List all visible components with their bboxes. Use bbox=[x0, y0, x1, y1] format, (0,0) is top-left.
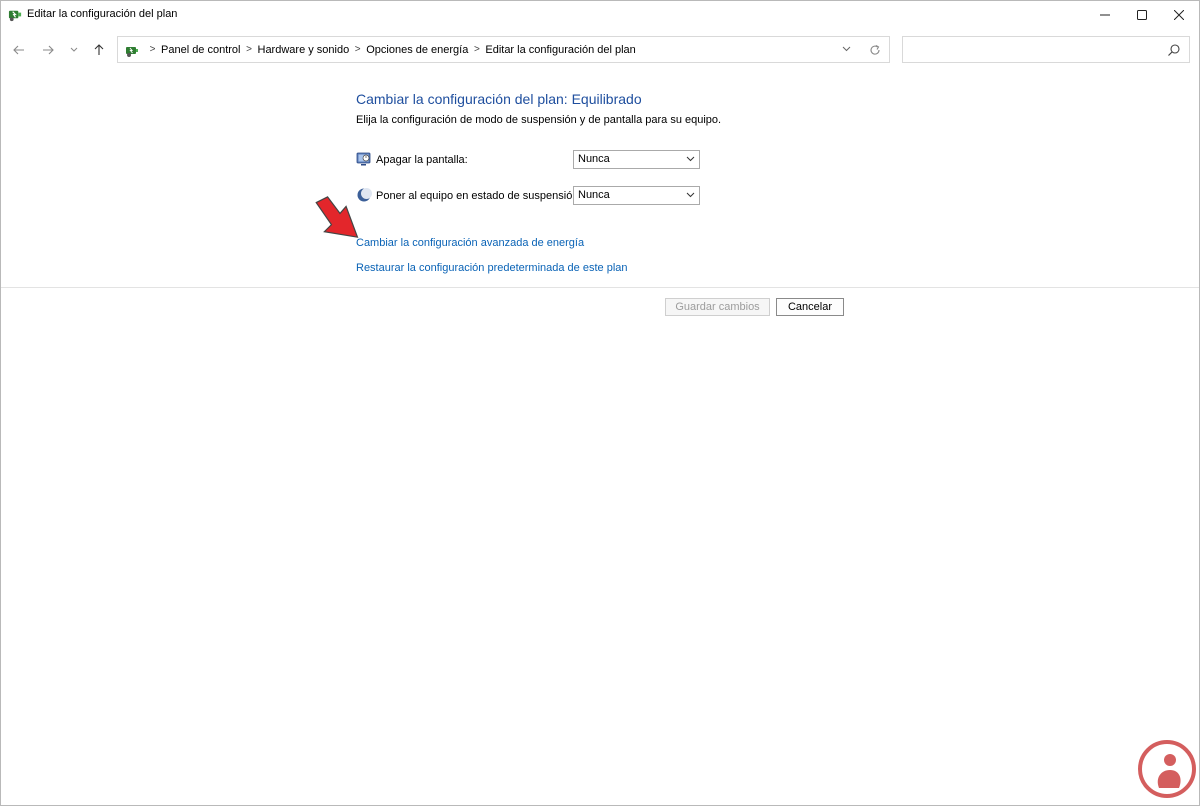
refresh-button[interactable] bbox=[866, 41, 884, 59]
window-title: Editar la configuración del plan bbox=[27, 8, 178, 20]
cancel-button[interactable]: Cancelar bbox=[776, 298, 844, 316]
forward-button[interactable] bbox=[38, 40, 58, 60]
close-icon bbox=[1174, 9, 1184, 20]
breadcrumb-item[interactable]: Opciones de energía bbox=[366, 44, 468, 56]
maximize-button[interactable] bbox=[1122, 1, 1162, 28]
chevron-down-icon bbox=[686, 192, 695, 198]
close-button[interactable] bbox=[1159, 1, 1199, 28]
back-button[interactable] bbox=[9, 40, 29, 60]
chevron-down-icon bbox=[70, 47, 78, 52]
breadcrumb-separator: > bbox=[246, 44, 252, 55]
navigation-bar: > Panel de control > Hardware y sonido >… bbox=[1, 34, 1199, 66]
search-icon[interactable] bbox=[1167, 43, 1181, 57]
breadcrumb-separator: > bbox=[473, 44, 480, 55]
minimize-icon bbox=[1100, 14, 1110, 15]
turn-off-display-label: Apagar la pantalla: bbox=[376, 154, 468, 166]
sleep-value: Nunca bbox=[578, 189, 610, 201]
arrow-right-icon bbox=[43, 45, 54, 55]
restore-defaults-link[interactable]: Restaurar la configuración predeterminad… bbox=[356, 262, 628, 274]
page-title: Cambiar la configuración del plan: Equil… bbox=[356, 91, 642, 107]
title-bar: Editar la configuración del plan bbox=[1, 1, 1199, 28]
sleep-label: Poner al equipo en estado de suspensión: bbox=[376, 190, 582, 202]
up-button[interactable] bbox=[89, 40, 109, 60]
turn-off-display-select[interactable]: Nunca bbox=[573, 150, 700, 169]
advanced-power-settings-link[interactable]: Cambiar la configuración avanzada de ene… bbox=[356, 237, 584, 249]
address-bar[interactable]: > Panel de control > Hardware y sonido >… bbox=[117, 36, 890, 63]
address-dropdown-button[interactable] bbox=[838, 41, 854, 57]
monitor-icon bbox=[356, 152, 371, 166]
page-subtitle: Elija la configuración de modo de suspen… bbox=[356, 114, 722, 126]
sleep-select[interactable]: Nunca bbox=[573, 186, 700, 205]
chevron-down-icon bbox=[842, 46, 850, 52]
refresh-icon bbox=[870, 45, 880, 55]
annotation-arrow-icon bbox=[315, 196, 359, 238]
breadcrumb-item[interactable]: Panel de control bbox=[161, 44, 241, 56]
window: Editar la configuración del plan > Panel… bbox=[0, 0, 1200, 806]
search-input[interactable] bbox=[909, 40, 1163, 60]
watermark-logo-icon bbox=[1138, 740, 1196, 798]
control-panel-icon bbox=[126, 47, 138, 57]
minimize-button[interactable] bbox=[1085, 1, 1125, 28]
recent-locations-button[interactable] bbox=[64, 40, 84, 60]
turn-off-display-value: Nunca bbox=[578, 153, 610, 165]
breadcrumb: > Panel de control > Hardware y sonido >… bbox=[144, 37, 636, 62]
maximize-icon bbox=[1137, 9, 1147, 20]
breadcrumb-item[interactable]: Hardware y sonido bbox=[258, 44, 350, 56]
search-box[interactable] bbox=[902, 36, 1190, 63]
arrow-left-icon bbox=[13, 45, 24, 55]
chevron-down-icon bbox=[686, 156, 695, 162]
breadcrumb-separator: > bbox=[149, 44, 156, 55]
arrow-up-icon bbox=[94, 44, 104, 55]
power-options-icon bbox=[8, 10, 22, 22]
save-changes-button[interactable]: Guardar cambios bbox=[665, 298, 770, 316]
breadcrumb-item[interactable]: Editar la configuración del plan bbox=[485, 44, 635, 56]
divider bbox=[1, 287, 1199, 288]
breadcrumb-separator: > bbox=[354, 44, 361, 55]
